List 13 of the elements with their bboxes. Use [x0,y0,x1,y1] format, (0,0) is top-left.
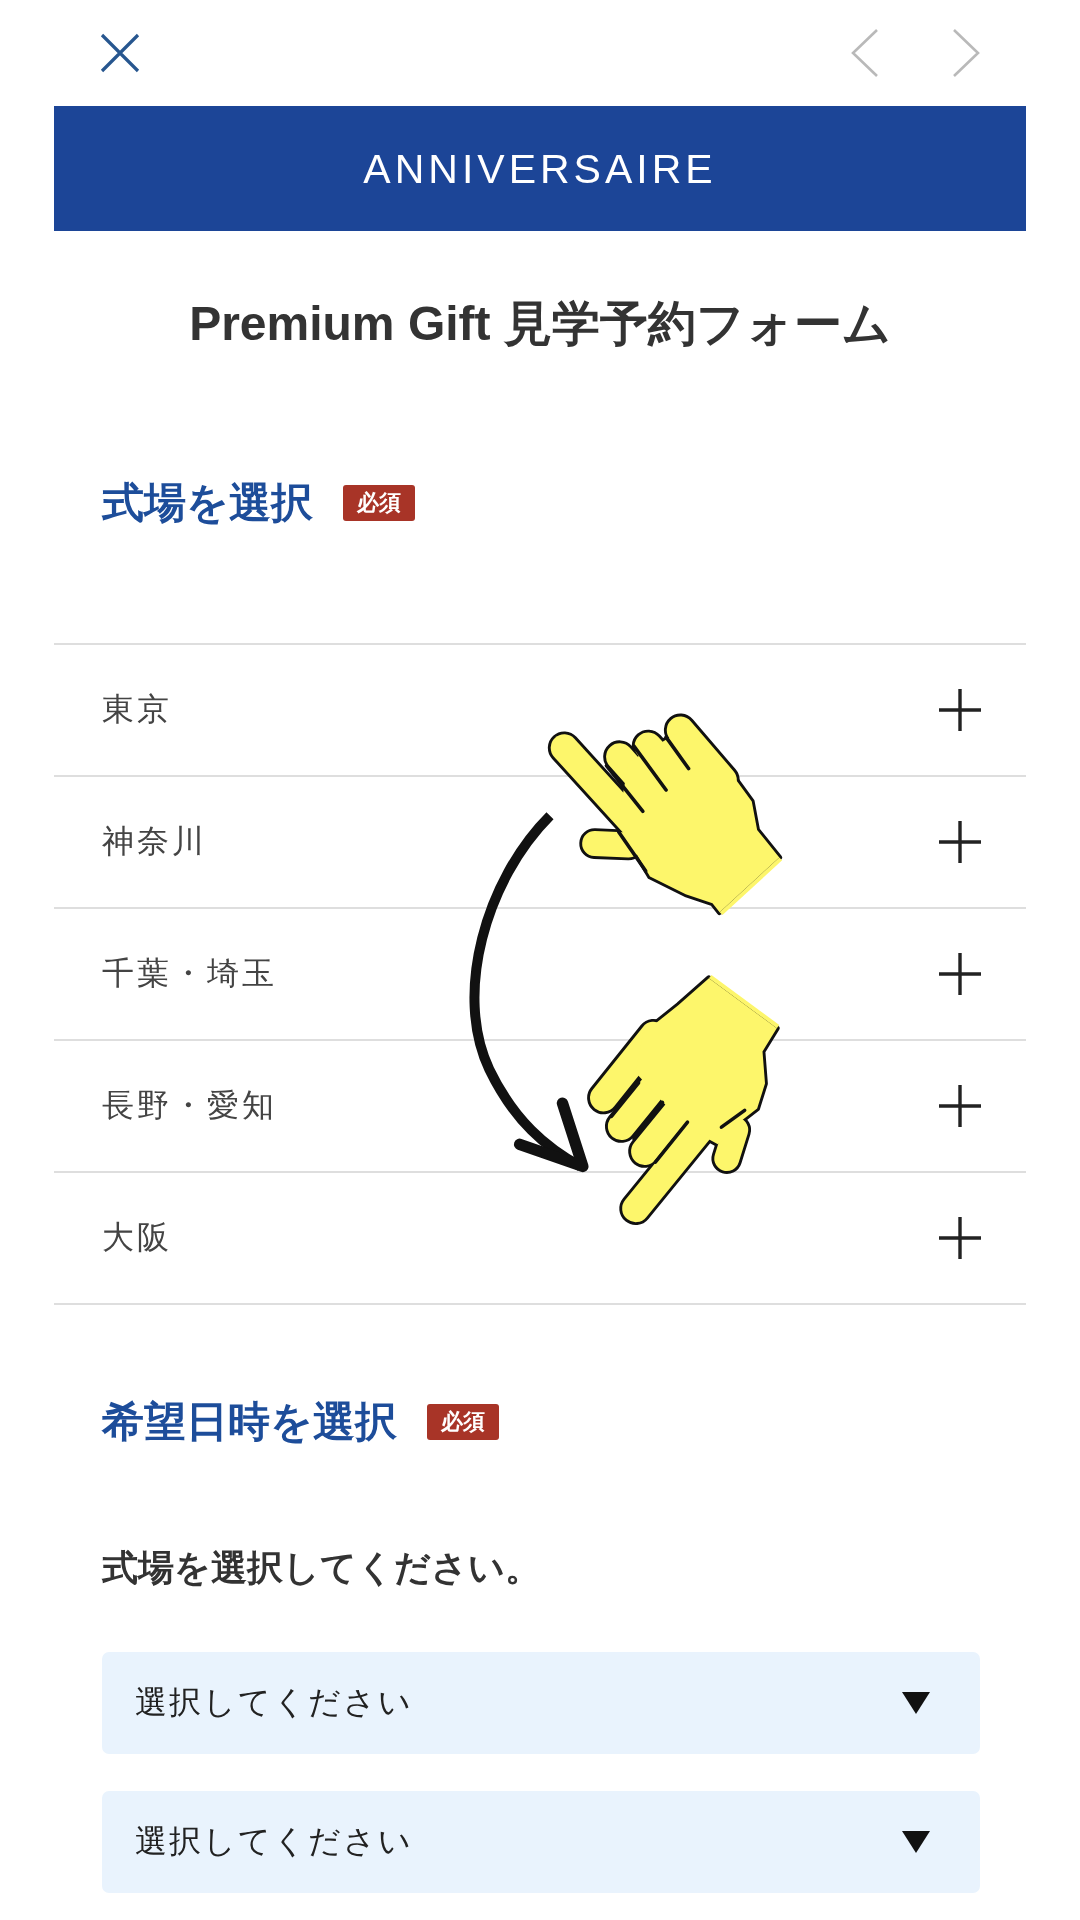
close-button[interactable] [100,33,140,73]
date-select[interactable]: 選択してください [102,1652,980,1754]
section-heading: 希望日時を選択 [102,1398,397,1446]
required-badge: 必須 [343,485,415,521]
dropdown-triangle-icon [902,1692,930,1714]
brand-logo: ANNIVERSAIRE [363,144,717,193]
instruction-text: 式場を選択してください。 [102,1546,541,1590]
page-title: Premium Gift 見学予約フォーム [189,296,891,352]
region-row[interactable]: 大阪 [54,1173,1026,1305]
required-badge: 必須 [427,1404,499,1440]
date-select[interactable]: 選択してください [102,1791,980,1893]
section-heading: 式場を選択 [102,479,313,527]
dropdown-triangle-icon [902,1831,930,1853]
